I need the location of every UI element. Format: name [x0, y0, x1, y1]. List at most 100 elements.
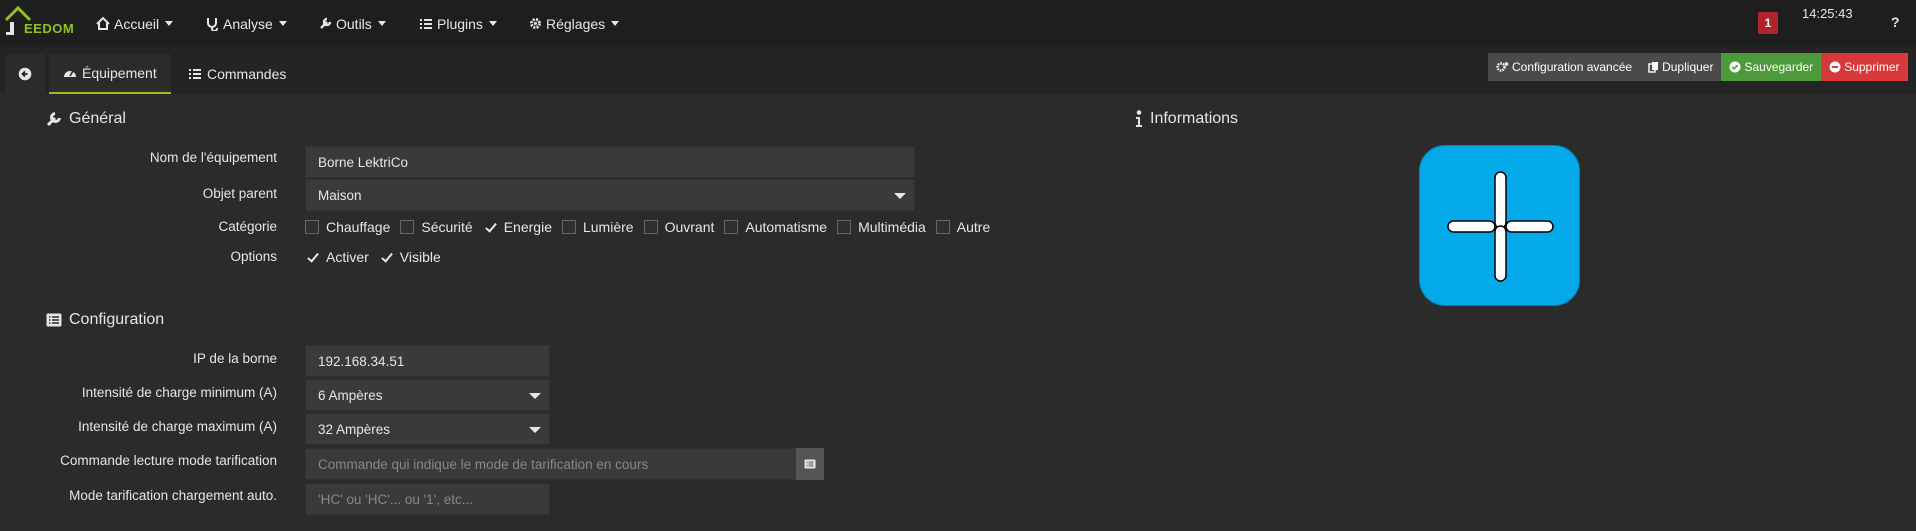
- category-automatisme[interactable]: Automatisme: [724, 219, 827, 235]
- stethoscope-icon: [207, 17, 219, 31]
- min-intensity-value: 6 Ampères: [318, 387, 383, 403]
- wrench-icon: [320, 17, 332, 29]
- delete-label: Supprimer: [1844, 60, 1900, 74]
- select-command-button[interactable]: [796, 448, 824, 480]
- checkbox[interactable]: [305, 220, 319, 234]
- copy-icon: [1648, 62, 1659, 73]
- menu-analyse[interactable]: Analyse: [206, 0, 287, 47]
- checkbox-checked[interactable]: [482, 220, 497, 234]
- clock: 14:25:43: [1802, 6, 1853, 21]
- category-label: Catégorie: [218, 219, 277, 234]
- informations-title-text: Informations: [1150, 110, 1239, 127]
- configuration-section-title: Configuration: [46, 311, 164, 329]
- list-alt-icon: [804, 459, 816, 469]
- category-lumiere-label: Lumière: [582, 219, 634, 235]
- caret-down-icon: [529, 393, 541, 399]
- max-intensity-select[interactable]: 32 Ampères: [305, 413, 550, 445]
- option-visible[interactable]: Visible: [378, 249, 441, 265]
- checkbox[interactable]: [837, 220, 852, 234]
- category-lumiere[interactable]: Lumière: [561, 219, 634, 235]
- action-buttons: Configuration avancée Dupliquer Sauvegar…: [1488, 53, 1908, 81]
- delete-button[interactable]: Supprimer: [1821, 53, 1908, 81]
- home-icon: [96, 17, 110, 30]
- menu-accueil-label: Accueil: [114, 15, 160, 32]
- menu-outils[interactable]: Outils: [319, 0, 386, 47]
- tarif-command-label: Commande lecture mode tarification: [60, 453, 277, 468]
- cogs-icon: [530, 18, 541, 29]
- question-icon[interactable]: ?: [1888, 14, 1904, 30]
- category-autre-label: Autre: [956, 219, 991, 235]
- tab-equipement-label: Équipement: [82, 65, 157, 81]
- caret-down-icon: [894, 193, 906, 199]
- general-title-text: Général: [69, 110, 126, 127]
- name-label: Nom de l'équipement: [149, 150, 277, 165]
- checkbox[interactable]: [400, 220, 415, 234]
- minus-circle-icon: [1829, 61, 1841, 73]
- chevron-down-icon: [278, 21, 287, 26]
- caret-down-icon: [529, 427, 541, 433]
- max-intensity-label: Intensité de charge maximum (A): [78, 419, 277, 434]
- checkbox[interactable]: [724, 220, 739, 234]
- category-chauffage[interactable]: Chauffage: [305, 219, 390, 235]
- category-securite-label: Sécurité: [421, 219, 473, 235]
- category-automatisme-label: Automatisme: [745, 219, 828, 235]
- notification-badge[interactable]: 1: [1758, 12, 1778, 34]
- parent-label: Objet parent: [202, 186, 277, 201]
- parent-select-value: Maison: [318, 187, 362, 203]
- tab-commandes[interactable]: Commandes: [174, 54, 300, 94]
- options-checkboxes: Activer Visible: [305, 249, 451, 265]
- chevron-down-icon: [488, 21, 497, 26]
- name-input[interactable]: Borne LektriCo: [305, 146, 915, 178]
- ip-input[interactable]: 192.168.34.51: [305, 345, 550, 377]
- parent-select[interactable]: Maison: [305, 179, 915, 211]
- list-icon: [189, 69, 201, 79]
- tarif-auto-label: Mode tarification chargement auto.: [69, 488, 277, 503]
- chevron-down-icon: [377, 21, 386, 26]
- menu-plugins-label: Plugins: [437, 15, 483, 32]
- duplicate-button[interactable]: Dupliquer: [1640, 53, 1722, 81]
- menu-accueil[interactable]: Accueil: [96, 0, 174, 47]
- tab-bar: Équipement Commandes Configuration avanc…: [0, 47, 1916, 94]
- category-ouvrant[interactable]: Ouvrant: [643, 219, 715, 235]
- tarif-command-input[interactable]: Commande qui indique le mode de tarifica…: [305, 448, 797, 480]
- checkbox[interactable]: [561, 220, 576, 234]
- category-securite[interactable]: Sécurité: [400, 219, 473, 235]
- general-section-title: Général: [46, 110, 126, 128]
- jeedom-logo[interactable]: EEDOM: [4, 4, 76, 40]
- tab-commandes-label: Commandes: [207, 66, 287, 82]
- top-navbar: EEDOM Accueil Analyse Outils Plugins Rég…: [0, 0, 1916, 47]
- option-activer-label: Activer: [326, 249, 369, 265]
- category-multimedia-label: Multimédia: [858, 219, 926, 235]
- plus-cross-icon: [1447, 171, 1554, 282]
- options-label: Options: [230, 249, 277, 264]
- checkbox-checked[interactable]: [378, 250, 393, 264]
- advanced-config-button[interactable]: Configuration avancée: [1488, 53, 1641, 81]
- checkbox[interactable]: [935, 220, 950, 234]
- tab-equipement[interactable]: Équipement: [49, 54, 171, 94]
- menu-reglages[interactable]: Réglages: [529, 0, 620, 47]
- advanced-config-label: Configuration avancée: [1512, 60, 1633, 74]
- min-intensity-select[interactable]: 6 Ampères: [305, 379, 550, 411]
- option-activer[interactable]: Activer: [305, 249, 369, 265]
- save-button[interactable]: Sauvegarder: [1721, 53, 1822, 81]
- save-label: Sauvegarder: [1744, 60, 1814, 74]
- chevron-down-icon: [165, 21, 174, 26]
- info-icon: [1136, 110, 1142, 127]
- tarif-auto-input[interactable]: 'HC' ou 'HC'... ou '1', etc...: [305, 483, 550, 515]
- arrow-left-circle-icon: [18, 67, 32, 81]
- menu-outils-label: Outils: [336, 15, 372, 32]
- check-circle-icon: [1729, 61, 1741, 73]
- category-ouvrant-label: Ouvrant: [664, 219, 715, 235]
- category-multimedia[interactable]: Multimédia: [837, 219, 926, 235]
- back-button[interactable]: [5, 54, 45, 94]
- category-autre[interactable]: Autre: [935, 219, 991, 235]
- min-intensity-label: Intensité de charge minimum (A): [81, 385, 277, 400]
- checkbox-checked[interactable]: [305, 250, 319, 264]
- option-visible-label: Visible: [399, 249, 441, 265]
- category-energie[interactable]: Energie: [482, 219, 552, 235]
- logo-text: EEDOM: [24, 21, 75, 36]
- menu-plugins[interactable]: Plugins: [419, 0, 497, 47]
- checkbox[interactable]: [643, 220, 658, 234]
- chevron-down-icon: [611, 21, 620, 26]
- configuration-title-text: Configuration: [69, 311, 165, 328]
